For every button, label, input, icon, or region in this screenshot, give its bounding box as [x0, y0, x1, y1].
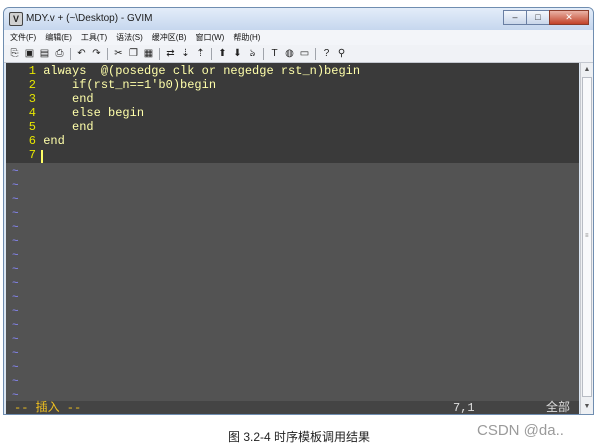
toolbar-separator [211, 47, 212, 60]
line-number: 5 [28, 120, 36, 134]
toolbar-separator [315, 47, 316, 60]
line-text[interactable]: end [43, 134, 65, 148]
vertical-scrollbar[interactable]: ▲ ≡ ▼ [580, 63, 593, 414]
redo-icon[interactable]: ↷ [90, 47, 103, 60]
line-number: 4 [28, 106, 36, 120]
cut-icon[interactable]: ✂ [112, 47, 125, 60]
open-icon[interactable]: ⎘ [8, 47, 21, 60]
find-help-icon[interactable]: ⚲ [335, 47, 348, 60]
empty-line-tilde: ~ [12, 208, 19, 220]
line-text[interactable]: always @(posedge clk or negedge rst_n)be… [43, 64, 360, 78]
paste-icon[interactable]: ▦ [142, 47, 155, 60]
copy-icon[interactable]: ❐ [127, 47, 140, 60]
make-icon[interactable]: T [268, 47, 281, 60]
empty-line-tilde: ~ [12, 334, 19, 346]
editor-area[interactable]: 1 always @(posedge clk or negedge rst_n)… [6, 63, 579, 402]
find-next-icon[interactable]: ⇣ [179, 47, 192, 60]
empty-line-tilde: ~ [12, 236, 19, 248]
scroll-down-icon[interactable]: ▼ [582, 401, 592, 413]
empty-line-tilde: ~ [12, 306, 19, 318]
save-icon[interactable]: ▣ [23, 47, 36, 60]
code-line[interactable]: 2 if(rst_n==1'b0)begin [6, 78, 216, 92]
code-line[interactable]: 7 [6, 148, 43, 162]
print-icon[interactable]: ⎙ [53, 47, 66, 60]
text-cursor [41, 150, 43, 163]
code-line[interactable]: 6 end [6, 134, 65, 148]
line-text[interactable]: if(rst_n==1'b0)begin [43, 78, 216, 92]
empty-line-tilde: ~ [12, 348, 19, 360]
status-line: -- 插入 -- 7,1 全部 [6, 401, 579, 415]
figure-caption: 图 3.2-4 时序模板调用结果 [228, 430, 371, 444]
minimize-button[interactable]: – [503, 10, 527, 25]
empty-line-tilde: ~ [12, 264, 19, 276]
find-prev-icon[interactable]: ⇡ [194, 47, 207, 60]
undo-icon[interactable]: ↶ [75, 47, 88, 60]
menu-bar: 文件(F) 编辑(E) 工具(T) 语法(S) 缓冲区(B) 窗口(W) 帮助(… [4, 30, 593, 45]
menu-edit[interactable]: 编辑(E) [45, 32, 72, 43]
empty-line-tilde: ~ [12, 292, 19, 304]
line-number: 1 [28, 64, 36, 78]
replace-icon[interactable]: ⇄ [164, 47, 177, 60]
empty-line-tilde: ~ [12, 278, 19, 290]
empty-line-tilde: ~ [12, 250, 19, 262]
grip-icon: ≡ [585, 233, 589, 239]
line-number: 7 [28, 148, 36, 162]
line-number: 6 [28, 134, 36, 148]
line-text[interactable]: end [43, 120, 94, 134]
code-line[interactable]: 5 end [6, 120, 94, 134]
scroll-thumb[interactable]: ≡ [582, 77, 592, 397]
code-buffer[interactable]: 1 always @(posedge clk or negedge rst_n)… [6, 63, 579, 163]
empty-line-tilde: ~ [12, 376, 19, 388]
run-script-icon[interactable]: ঌ [246, 47, 259, 60]
menu-file[interactable]: 文件(F) [10, 32, 36, 43]
window-title: MDY.v + (~\Desktop) - GVIM [26, 13, 153, 24]
scroll-up-icon[interactable]: ▲ [582, 64, 592, 76]
toolbar-separator [70, 47, 71, 60]
menu-buffers[interactable]: 缓冲区(B) [152, 32, 187, 43]
mode-indicator: -- 插入 -- [14, 401, 82, 415]
gvim-app-icon[interactable]: V [9, 12, 23, 26]
watermark: CSDN @da.. [477, 422, 564, 439]
cursor-position: 7,1 [453, 401, 475, 415]
empty-line-tilde: ~ [12, 194, 19, 206]
gvim-window: V MDY.v + (~\Desktop) - GVIM – □ ✕ 文件(F)… [3, 7, 594, 415]
menu-help[interactable]: 帮助(H) [233, 32, 260, 43]
line-number: 3 [28, 92, 36, 106]
toolbar-separator [159, 47, 160, 60]
toolbar-separator [107, 47, 108, 60]
line-text[interactable]: else begin [43, 106, 144, 120]
close-button[interactable]: ✕ [549, 10, 589, 25]
save-session-icon[interactable]: ⬇ [231, 47, 244, 60]
line-number: 2 [28, 78, 36, 92]
code-line[interactable]: 1 always @(posedge clk or negedge rst_n)… [6, 64, 360, 78]
code-line[interactable]: 4 else begin [6, 106, 144, 120]
code-line[interactable]: 3 end [6, 92, 94, 106]
empty-line-tilde: ~ [12, 362, 19, 374]
toolbar-separator [263, 47, 264, 60]
menu-syntax[interactable]: 语法(S) [116, 32, 143, 43]
load-session-icon[interactable]: ⬆ [216, 47, 229, 60]
scroll-percent: 全部 [546, 401, 571, 415]
window-controls: – □ ✕ [503, 10, 589, 26]
menu-tools[interactable]: 工具(T) [81, 32, 107, 43]
title-bar[interactable]: V MDY.v + (~\Desktop) - GVIM – □ ✕ [4, 8, 593, 30]
empty-line-tilde: ~ [12, 180, 19, 192]
save-all-icon[interactable]: ▤ [38, 47, 51, 60]
menu-window[interactable]: 窗口(W) [195, 32, 224, 43]
tags-icon[interactable]: ▭ [298, 47, 311, 60]
maximize-button[interactable]: □ [526, 10, 550, 25]
empty-line-tilde: ~ [12, 222, 19, 234]
line-text[interactable]: end [43, 92, 94, 106]
help-icon[interactable]: ? [320, 47, 333, 60]
shell-icon[interactable]: ◍ [283, 47, 296, 60]
toolbar: ⎘ ▣ ▤ ⎙ ↶ ↷ ✂ ❐ ▦ ⇄ ⇣ ⇡ ⬆ ⬇ ঌ T ◍ ▭ ? ⚲ [4, 45, 593, 63]
empty-line-tilde: ~ [12, 166, 19, 178]
empty-line-tilde: ~ [12, 320, 19, 332]
